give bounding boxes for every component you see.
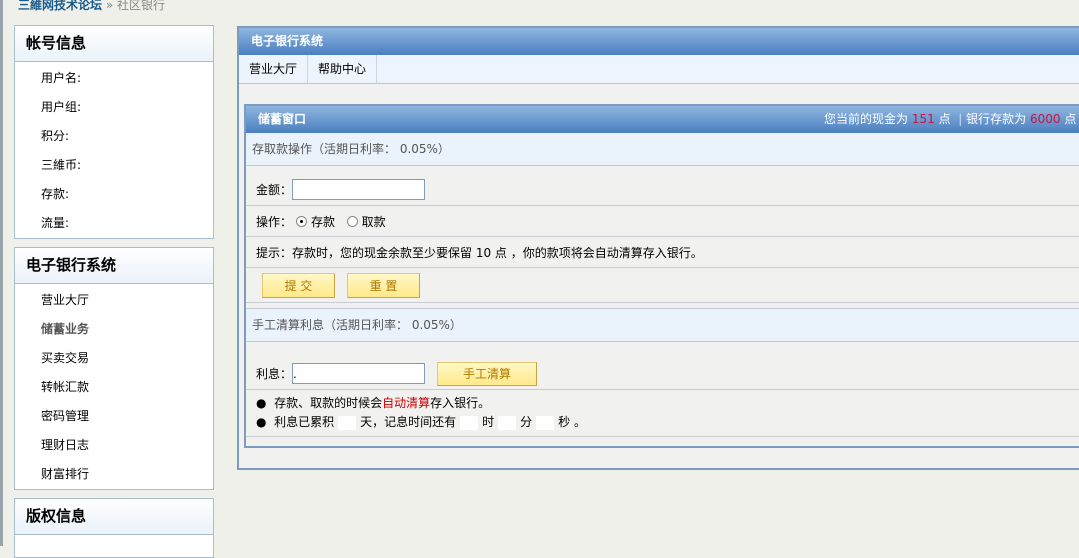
breadcrumb-current: 社区银行: [117, 0, 166, 12]
nav-ranking[interactable]: 财富排行: [15, 460, 213, 489]
savings-title: 储蓄窗口: [258, 112, 307, 126]
tab-lobby[interactable]: 营业大厅: [239, 55, 309, 83]
manual-settle-button[interactable]: 手工清算: [437, 361, 538, 386]
note-auto-settle: ● 存款、取款的时候会自动清算存入银行。: [256, 396, 491, 410]
nav-trade[interactable]: 买卖交易: [15, 344, 213, 373]
nav-log[interactable]: 理财日志: [15, 431, 213, 460]
tab-help[interactable]: 帮助中心: [308, 55, 378, 83]
interest-input[interactable]: [292, 363, 426, 384]
interest-section-title: 手工清算利息（活期日利率： 0.05%）: [246, 309, 1079, 342]
operation-label: 操作：: [256, 214, 293, 229]
withdraw-radio-label[interactable]: 取款: [362, 213, 386, 230]
nav-lobby[interactable]: 营业大厅: [15, 286, 213, 315]
cash-value: 151: [911, 112, 935, 126]
breadcrumb: 三維网技术论坛 » 社区银行: [18, 0, 165, 13]
account-coins: 三維币:: [41, 158, 82, 172]
account-info-panel: 帐号信息 用户名: 用户组: 积分: 三維币: 存款: 流量:: [14, 25, 214, 239]
copyright-title: 版权信息: [15, 499, 213, 535]
bank-nav-title: 电子银行系统: [15, 248, 213, 284]
auto-settle-link[interactable]: 自动清算: [382, 396, 430, 410]
amount-label: 金额：: [256, 183, 293, 197]
nav-password[interactable]: 密码管理: [15, 402, 213, 431]
reset-button[interactable]: 重 置: [347, 272, 420, 298]
bank-nav-panel: 电子银行系统 营业大厅 储蓄业务 买卖交易 转帐汇款 密码管理 理财日志 财富排…: [14, 247, 214, 490]
nav-savings[interactable]: 储蓄业务: [15, 315, 213, 344]
breadcrumb-separator: »: [105, 0, 114, 12]
account-points: 积分:: [41, 129, 70, 143]
note-interest-time: ● 利息已累积 天，记息时间还有时分秒 。: [256, 415, 586, 430]
bank-main-panel: 电子银行系统 营业大厅 帮助中心 储蓄窗口 您当前的现金为 151 点 | 银行…: [237, 26, 1079, 470]
interest-label: 利息：: [256, 367, 293, 381]
account-traffic: 流量:: [41, 216, 70, 230]
main-title: 电子银行系统: [239, 28, 1079, 55]
deposit-section-title: 存取款操作（活期日利率： 0.05%）: [246, 133, 1079, 166]
account-usergroup: 用户组:: [41, 100, 82, 114]
deposit-radio[interactable]: [296, 215, 308, 227]
submit-button[interactable]: 提 交: [262, 272, 335, 298]
account-deposit: 存款:: [41, 187, 70, 201]
deposit-radio-label[interactable]: 存款: [311, 213, 335, 230]
account-username: 用户名:: [41, 71, 82, 85]
window-border: [0, 0, 3, 546]
deposit-value: 6000: [1029, 112, 1061, 126]
account-info-title: 帐号信息: [15, 26, 213, 62]
withdraw-radio[interactable]: [346, 215, 358, 227]
savings-window: 储蓄窗口 您当前的现金为 151 点 | 银行存款为 6000 点 存取款操作（…: [244, 104, 1079, 448]
nav-transfer[interactable]: 转帐汇款: [15, 373, 213, 402]
balance-status: 您当前的现金为 151 点 | 银行存款为 6000 点: [824, 112, 1077, 126]
deposit-tip: 提示：存款时，您的现金余款至少要保留 10 点 ，你的款项将会自动清算存入银行。: [256, 245, 703, 260]
breadcrumb-site-link[interactable]: 三維网技术论坛: [18, 0, 102, 12]
copyright-panel: 版权信息: [14, 498, 214, 558]
amount-input[interactable]: [292, 179, 426, 200]
